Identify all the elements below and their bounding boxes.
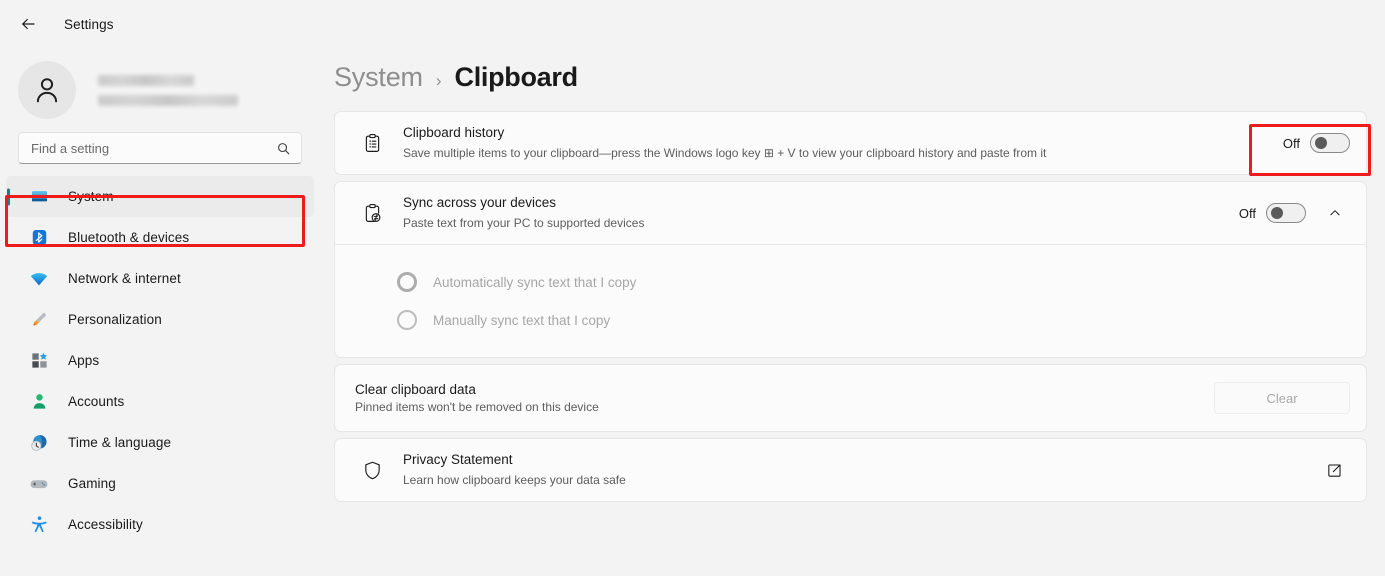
sidebar-item-network-internet[interactable]: Network & internet [6,258,314,299]
clipboard-history-title: Clipboard history [403,125,505,141]
wifi-icon [28,268,50,290]
sync-across-devices-text: Sync across your devices Paste text from… [403,194,1239,231]
breadcrumb-separator-icon: › [435,71,442,90]
sidebar-item-label: System [68,189,114,204]
sync-across-devices-card: Sync across your devices Paste text from… [334,181,1367,358]
sidebar-item-bluetooth-devices[interactable]: Bluetooth & devices [6,217,314,258]
main-content: System › Clipboard Clipboard history Sav… [320,48,1385,576]
sidebar-item-apps[interactable]: Apps [6,340,314,381]
sync-across-devices-row[interactable]: Sync across your devices Paste text from… [335,182,1366,244]
external-link-icon [1327,463,1341,477]
sync-across-devices-control: Off [1239,198,1350,228]
window-title: Settings [64,16,114,32]
toggle-knob [1271,207,1283,219]
clipboard-history-toggle[interactable] [1310,133,1350,153]
window-body: System Bluetooth & devices [0,48,1385,576]
sync-toggle[interactable] [1266,203,1306,223]
clear-clipboard-title: Clear clipboard data [355,382,476,397]
clear-clipboard-card: Clear clipboard data Pinned items won't … [334,364,1367,432]
sidebar-item-label: Personalization [68,312,162,327]
sidebar: System Bluetooth & devices [0,48,320,576]
clipboard-list-icon [359,133,385,154]
clear-clipboard-control: Clear [1214,382,1350,414]
display-monitor-icon [28,186,50,208]
profile-name-blurred [98,74,194,86]
clipboard-history-toggle-group[interactable]: Off [1283,133,1350,153]
clear-clipboard-row: Clear clipboard data Pinned items won't … [335,365,1366,431]
breadcrumb-parent[interactable]: System [334,62,423,93]
profile-text-redacted [98,74,238,106]
search-container [0,124,320,164]
sidebar-item-gaming[interactable]: Gaming [6,463,314,504]
sidebar-item-label: Time & language [68,435,172,450]
gamepad-icon [28,473,50,495]
clear-clipboard-description: Pinned items won't be removed on this de… [355,400,599,414]
clipboard-history-control: Off [1283,133,1350,153]
toggle-knob [1315,137,1327,149]
search-input[interactable] [31,140,276,156]
sidebar-item-personalization[interactable]: Personalization [6,299,314,340]
privacy-statement-title: Privacy Statement [403,452,513,468]
title-bar: Settings [0,0,1385,48]
user-profile[interactable] [0,48,320,124]
back-button[interactable] [12,8,44,40]
sidebar-item-label: Gaming [68,476,116,491]
sync-expand-collapse-button[interactable] [1320,198,1350,228]
person-avatar-icon [36,78,58,103]
sync-option-label: Automatically sync text that I copy [433,274,637,290]
sync-option-label: Manually sync text that I copy [433,312,611,328]
clipboard-history-card: Clipboard history Save multiple items to… [334,111,1367,175]
person-icon [28,391,50,413]
clipboard-history-row[interactable]: Clipboard history Save multiple items to… [335,112,1366,174]
shield-icon [359,460,385,481]
privacy-statement-description: Learn how clipboard keeps your data safe [403,472,626,487]
search-box[interactable] [18,132,302,164]
breadcrumb: System › Clipboard [334,48,1367,111]
clear-button[interactable]: Clear [1214,382,1350,414]
sync-toggle-group[interactable]: Off [1239,203,1306,223]
sidebar-item-time-language[interactable]: Time & language [6,422,314,463]
sidebar-item-accessibility[interactable]: Accessibility [6,504,314,545]
sync-toggle-state: Off [1238,205,1256,221]
sidebar-item-label: Accounts [68,394,125,409]
apps-grid-icon [28,350,50,372]
sidebar-item-accounts[interactable]: Accounts [6,381,314,422]
external-link-button[interactable] [1318,454,1350,486]
sync-across-devices-title: Sync across your devices [403,195,557,211]
privacy-statement-text: Privacy Statement Learn how clipboard ke… [403,451,1318,488]
arrow-left-icon [22,18,35,30]
sidebar-item-system[interactable]: System [6,176,314,217]
radio-button[interactable] [397,272,417,292]
sync-option-manual[interactable]: Manually sync text that I copy [335,301,1366,339]
bluetooth-icon [28,227,50,249]
radio-button[interactable] [397,310,417,330]
page-title: Clipboard [454,62,579,92]
clock-globe-icon [28,432,50,454]
sidebar-nav: System Bluetooth & devices Network & int… [0,176,320,545]
sidebar-item-label: Bluetooth & devices [68,230,190,245]
sync-options-group: Automatically sync text that I copy Manu… [335,245,1366,357]
accessibility-icon [28,514,50,536]
clipboard-history-description: Save multiple items to your clipboard—pr… [403,145,1047,160]
sidebar-item-label: Network & internet [68,271,181,286]
settings-window: Settings Find a setting System Bluetooth… [0,0,1385,576]
sidebar-item-label: Apps [68,353,100,368]
privacy-statement-control [1318,454,1350,486]
profile-email-blurred [98,94,238,106]
privacy-statement-row[interactable]: Privacy Statement Learn how clipboard ke… [335,439,1366,501]
clear-clipboard-text: Clear clipboard data Pinned items won't … [355,382,1214,414]
clipboard-sync-icon [359,203,385,224]
avatar [18,61,76,119]
search-icon[interactable] [276,141,291,156]
sync-across-devices-description: Paste text from your PC to supported dev… [403,215,645,230]
sidebar-item-label: Accessibility [68,517,143,532]
chevron-up-icon [1330,210,1340,216]
privacy-statement-card[interactable]: Privacy Statement Learn how clipboard ke… [334,438,1367,502]
sync-option-automatic[interactable]: Automatically sync text that I copy [335,263,1366,301]
clipboard-history-toggle-state: Off [1282,135,1300,151]
clipboard-history-text: Clipboard history Save multiple items to… [403,124,1283,161]
paintbrush-icon [28,309,50,331]
